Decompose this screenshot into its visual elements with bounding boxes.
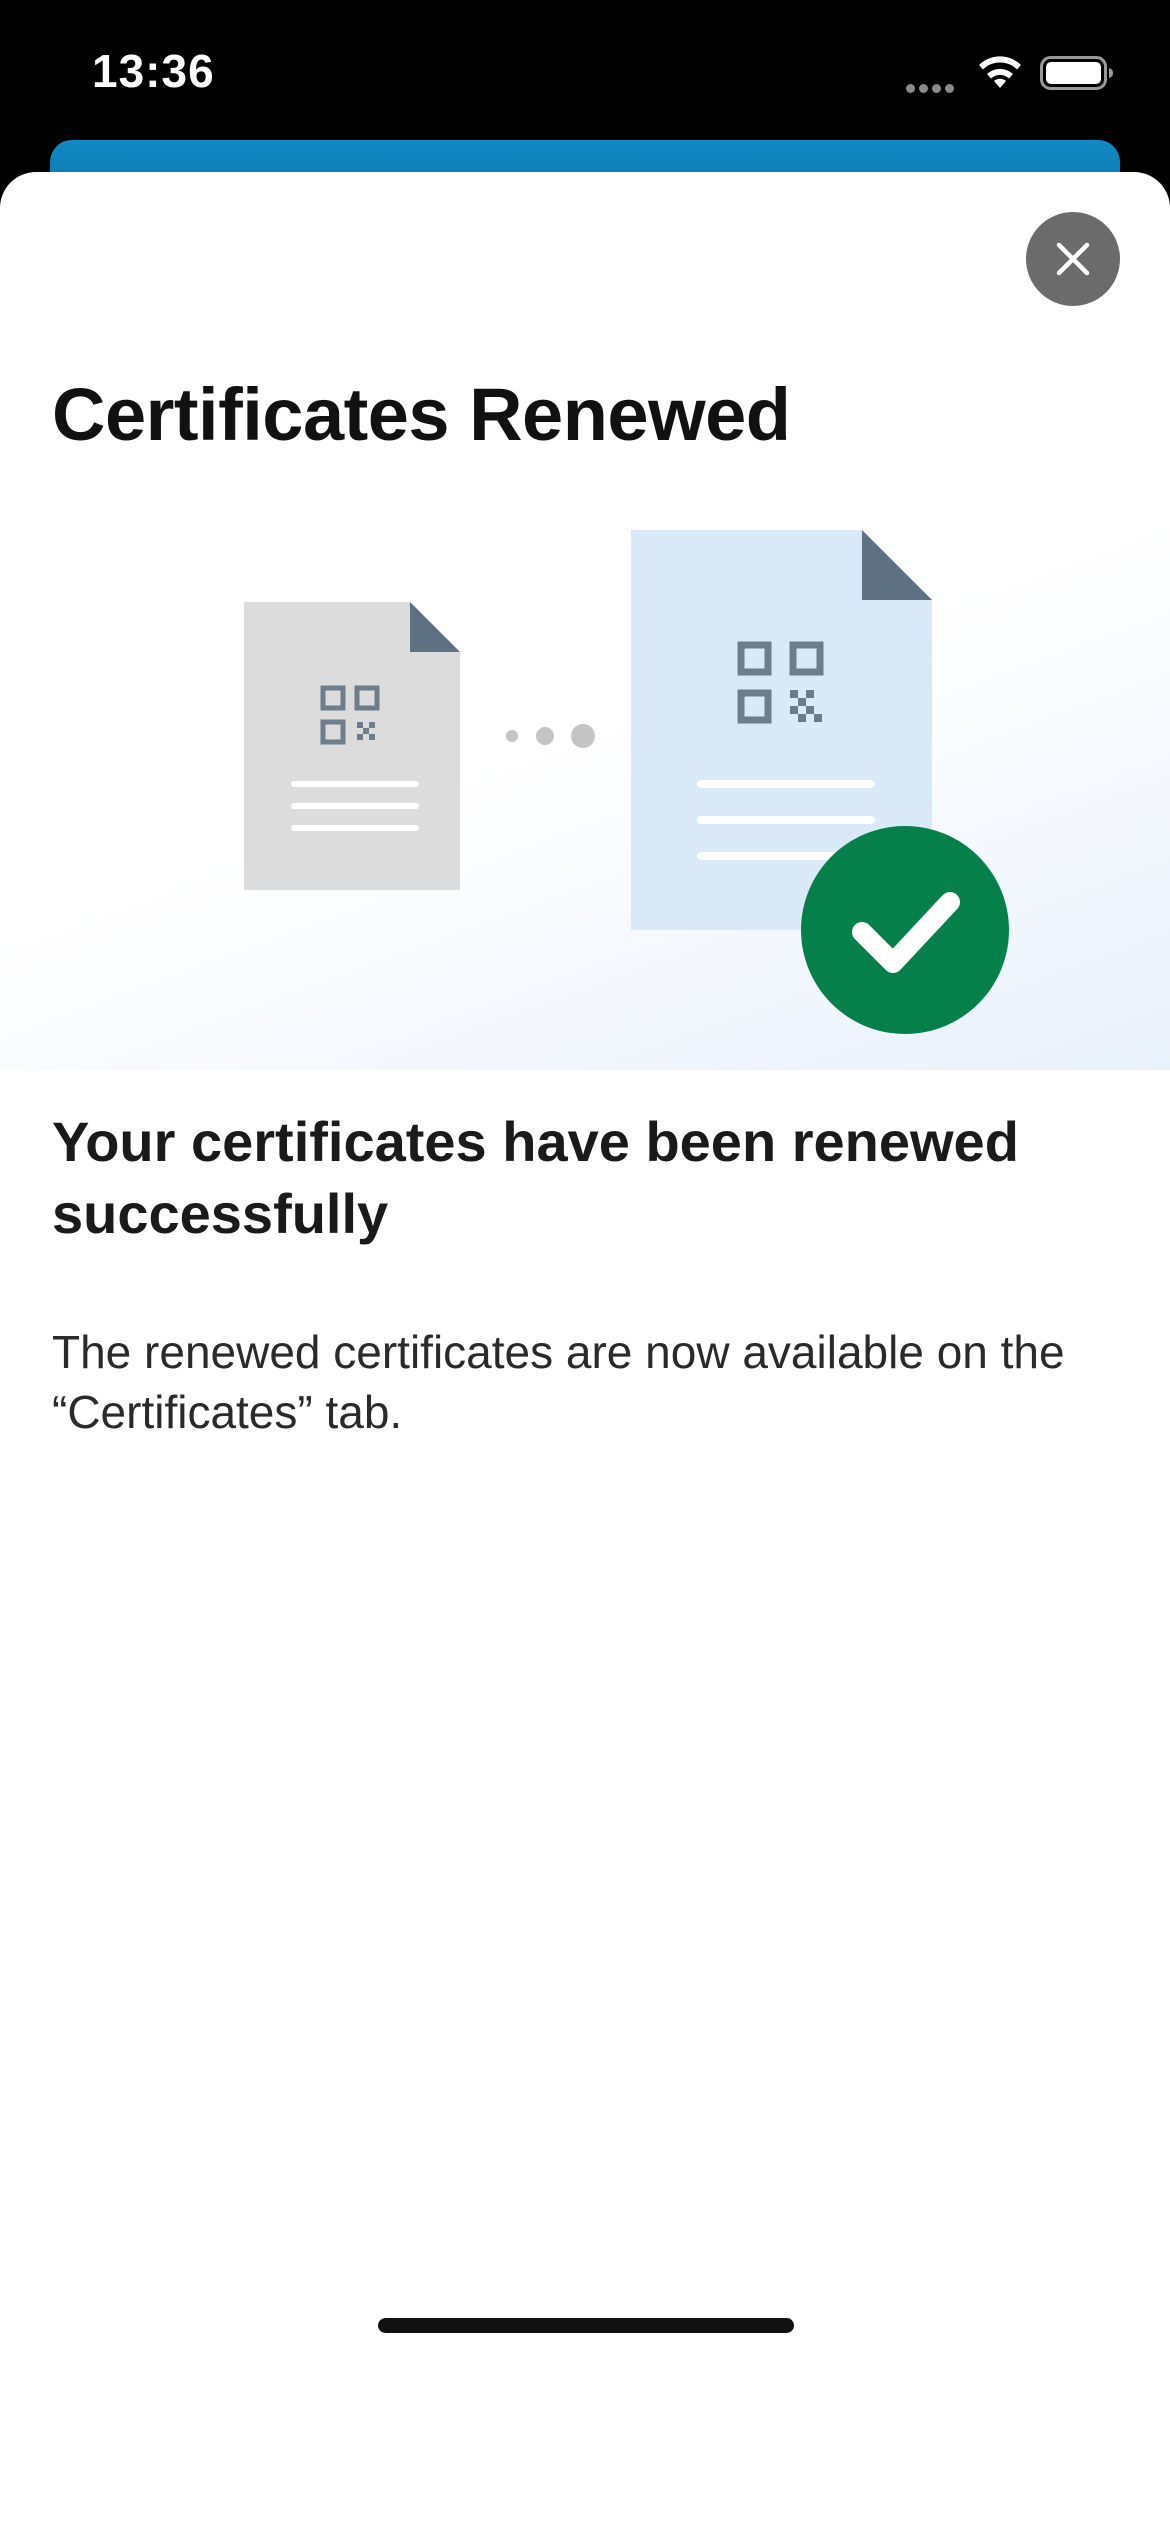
- renewal-illustration: [0, 482, 1170, 1070]
- status-time: 13:36: [92, 45, 215, 97]
- home-indicator[interactable]: [378, 2318, 794, 2333]
- page-title: Certificates Renewed: [52, 373, 791, 456]
- battery-icon: [1040, 56, 1113, 90]
- success-description: The renewed certificates are now availab…: [52, 1326, 1065, 1438]
- screen: 13:36 Certificates Renewed Your certific…: [0, 0, 1170, 2532]
- close-button[interactable]: [1026, 212, 1120, 306]
- old-document-icon: [244, 602, 460, 890]
- wifi-icon: [979, 56, 1021, 88]
- progress-dots-icon: [506, 724, 595, 748]
- status-bar: 13:36: [0, 0, 1170, 140]
- modal-sheet: Certificates Renewed Your certificates h…: [0, 172, 1170, 2532]
- checkmark-circle-icon: [801, 826, 1009, 1034]
- cellular-signal-icon: [906, 80, 958, 93]
- success-headline: Your certificates have been renewed succ…: [52, 1110, 1019, 1245]
- close-icon: [1056, 242, 1090, 276]
